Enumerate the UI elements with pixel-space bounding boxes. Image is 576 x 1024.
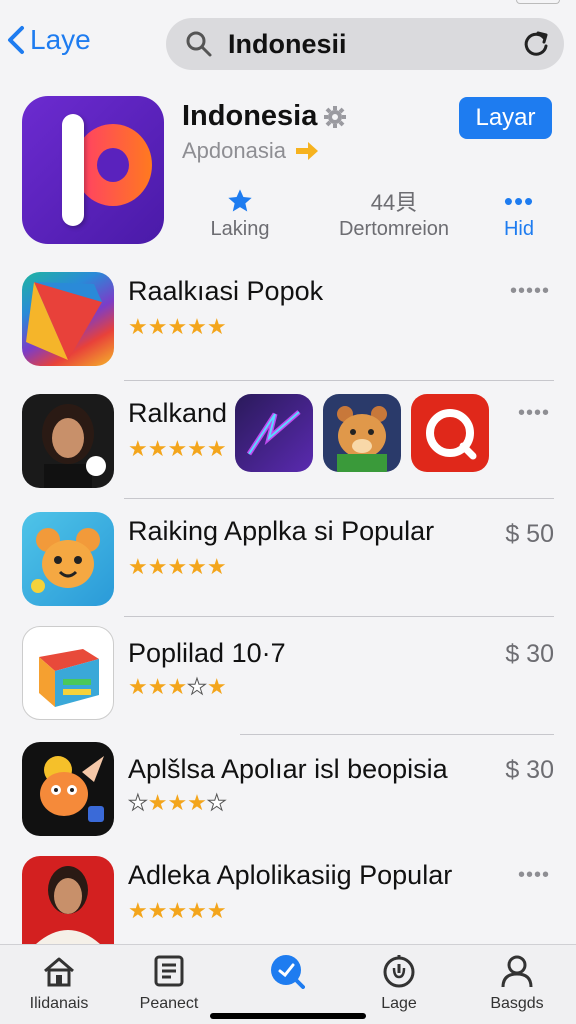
related-app-icon[interactable] [235,394,313,472]
home-icon [44,957,74,987]
related-apps [235,394,489,472]
tab-news[interactable]: Peanect [114,953,224,1013]
clock-icon [383,955,415,988]
app-price[interactable]: $ 50 [505,520,554,549]
divider [124,380,554,381]
featured-app: Indonesia Apdonasia Layar Laking 44貝 Der… [0,96,576,256]
arrow-right-icon [295,142,318,160]
tab-profile[interactable]: Basgds [462,953,572,1013]
tab-home[interactable]: Ilidanais [4,953,114,1013]
app-icon [22,272,114,366]
app-name: Poplilad 10·7 [128,638,286,668]
get-button[interactable]: Layar [459,97,552,139]
tab-label: Ilidanais [29,995,89,1012]
star-icon [228,189,252,212]
tab-label: Basgds [490,995,544,1012]
navigation-header: Laye [0,14,576,76]
stat-ranking: Laking [200,186,280,241]
more-options-icon[interactable]: ••••• [510,280,550,303]
featured-app-title: Indonesia [182,100,318,132]
app-name: Aplšlsa Apolıar isl beopisia [128,754,448,784]
stat-more[interactable]: ••• Hid [494,186,544,241]
search-bar[interactable] [166,18,564,70]
more-options-icon[interactable]: •••• [518,402,550,425]
divider [124,498,554,499]
more-options-icon[interactable]: •••• [518,864,550,887]
stat-label: Hid [503,218,534,240]
related-app-icon[interactable] [411,394,489,472]
search-input[interactable] [228,28,508,60]
app-price[interactable]: $ 30 [505,756,554,785]
list-item[interactable]: Ralkand ★★★★★ •••• [0,394,576,488]
status-notch [516,0,560,4]
rating-stars: ★★★★★ [128,674,227,700]
person-icon [501,955,533,988]
app-name: Raiking Applka si Popular [128,516,435,546]
back-button[interactable]: Laye [6,24,91,56]
search-icon [186,31,212,57]
app-icon [22,512,114,606]
list-item[interactable]: Raalkıasi Popok ★★★★★ ••••• [0,272,576,372]
divider [124,616,554,617]
tab-bar: Ilidanais Peanect Lage Basgds [0,944,576,1024]
divider [240,734,554,735]
gear-icon [324,105,347,128]
rating-stars: ★★★★★ [128,314,227,339]
stat-value: 44貝 [370,190,418,215]
featured-app-subtitle: Apdonasia [182,138,286,163]
search-active-icon [271,955,305,989]
rating-stars: ★★★★★ [128,554,227,579]
home-indicator [210,1013,366,1019]
list-item[interactable]: Raiking Applka si Popular ★★★★★ $ 50 [0,512,576,606]
list-item[interactable]: Adleka Aplolikasiig Popular ★★★★★ •••• [0,856,576,944]
tab-label: Peanect [139,995,199,1012]
app-name: Adleka Aplolikasiig Popular [128,860,453,890]
tab-label: Lage [381,995,417,1012]
app-icon [22,856,114,944]
related-app-icon[interactable] [323,394,401,472]
app-name: Ralkand [128,398,228,428]
back-label: Laye [30,24,91,55]
more-dots-icon: ••• [503,186,535,216]
app-icon [22,742,114,836]
list-item[interactable]: Aplšlsa Apolıar isl beopisia ★★★★★ $ 30 [0,742,576,836]
stat-label: Dertomreion [338,218,450,240]
rating-stars: ★★★★★ [128,436,227,461]
news-icon [154,955,184,987]
rating-stars: ★★★★★ [128,790,228,816]
app-icon [22,394,114,488]
rating-stars: ★★★★★ [128,898,227,923]
featured-app-icon[interactable] [22,96,164,244]
reload-icon[interactable] [522,30,550,58]
app-icon [22,626,114,720]
featured-stats: Laking 44貝 Dertomreion ••• Hid [182,186,552,246]
list-item[interactable]: Poplilad 10·7 ★★★★★ $ 30 [0,626,576,720]
tab-search[interactable] [232,953,342,995]
app-name: Raalkıasi Popok [128,276,324,306]
chevron-left-icon [8,26,24,54]
app-price[interactable]: $ 30 [505,640,554,669]
stat-downloads: 44貝 Dertomreion [314,186,474,241]
stat-label: Laking [210,218,270,240]
tab-updates[interactable]: Lage [344,953,454,1013]
